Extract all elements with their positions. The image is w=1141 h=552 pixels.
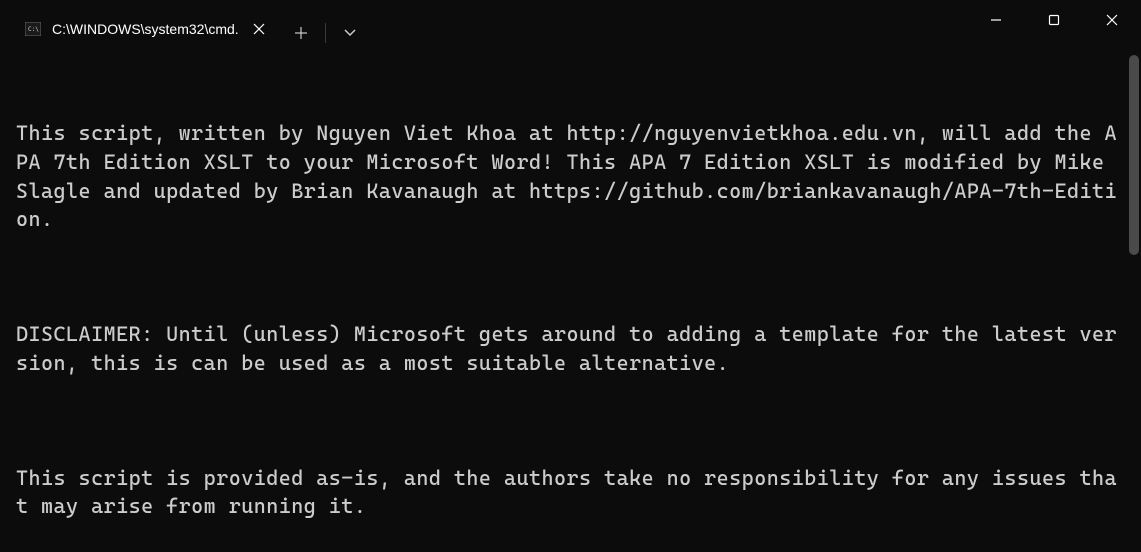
terminal-line: This script is provided as-is, and the a… (16, 464, 1125, 521)
tab-dropdown-button[interactable] (330, 13, 370, 53)
maximize-button[interactable] (1025, 0, 1083, 40)
window-controls (967, 0, 1141, 40)
terminal-output[interactable]: This script, written by Nguyen Viet Khoa… (0, 50, 1141, 552)
minimize-button[interactable] (967, 0, 1025, 40)
scrollbar-thumb[interactable] (1129, 55, 1139, 255)
tab-active[interactable]: C:\ C:\WINDOWS\system32\cmd. (12, 9, 281, 49)
tab-title: C:\WINDOWS\system32\cmd. (52, 21, 239, 37)
terminal-line: This script, written by Nguyen Viet Khoa… (16, 119, 1125, 234)
tab-actions (281, 13, 370, 53)
tab-divider (325, 23, 326, 43)
cmd-icon: C:\ (24, 20, 42, 38)
titlebar: C:\ C:\WINDOWS\system32\cmd. (0, 0, 1141, 50)
close-button[interactable] (1083, 0, 1141, 40)
svg-text:C:\: C:\ (28, 26, 39, 33)
terminal-line: DISCLAIMER: Until (unless) Microsoft get… (16, 320, 1125, 377)
tab-area: C:\ C:\WINDOWS\system32\cmd. (0, 0, 370, 50)
new-tab-button[interactable] (281, 13, 321, 53)
tab-close-button[interactable] (249, 19, 269, 39)
